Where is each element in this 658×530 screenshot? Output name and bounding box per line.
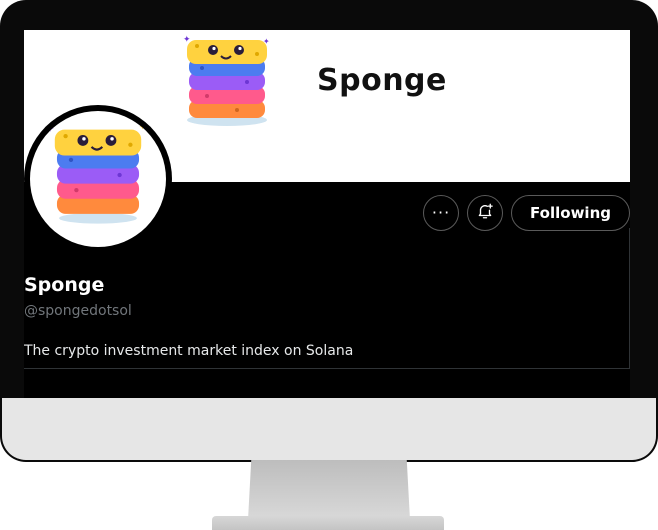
avatar[interactable]: ✦ ✦ <box>24 105 172 253</box>
following-button[interactable]: Following <box>511 195 630 231</box>
monitor-stand <box>248 460 410 520</box>
monitor-chin <box>2 398 656 460</box>
content-divider <box>24 368 630 369</box>
more-icon: ··· <box>431 203 451 222</box>
profile-actions: ··· Following <box>423 195 630 231</box>
sponge-logo-icon: ✦ ✦ <box>177 34 277 130</box>
more-button[interactable]: ··· <box>423 195 460 231</box>
notifications-button[interactable] <box>467 195 504 231</box>
svg-text:✦: ✦ <box>139 123 146 133</box>
monitor-stand-base <box>212 516 444 530</box>
content-border <box>629 228 630 368</box>
profile-bio: The crypto investment market index on So… <box>24 343 354 359</box>
bell-plus-icon <box>476 202 494 224</box>
svg-text:✦: ✦ <box>183 35 191 45</box>
svg-text:✦: ✦ <box>46 124 54 135</box>
avatar-image: ✦ ✦ <box>30 111 166 247</box>
user-handle: @spongedotsol <box>24 303 132 319</box>
display-name: Sponge <box>24 274 105 296</box>
profile-screen: ✦ ✦ Sponge ✦ ✦ ··· Following Sponge @spo… <box>24 30 630 398</box>
banner-title: Sponge <box>317 63 447 98</box>
svg-text:✦: ✦ <box>263 37 270 46</box>
